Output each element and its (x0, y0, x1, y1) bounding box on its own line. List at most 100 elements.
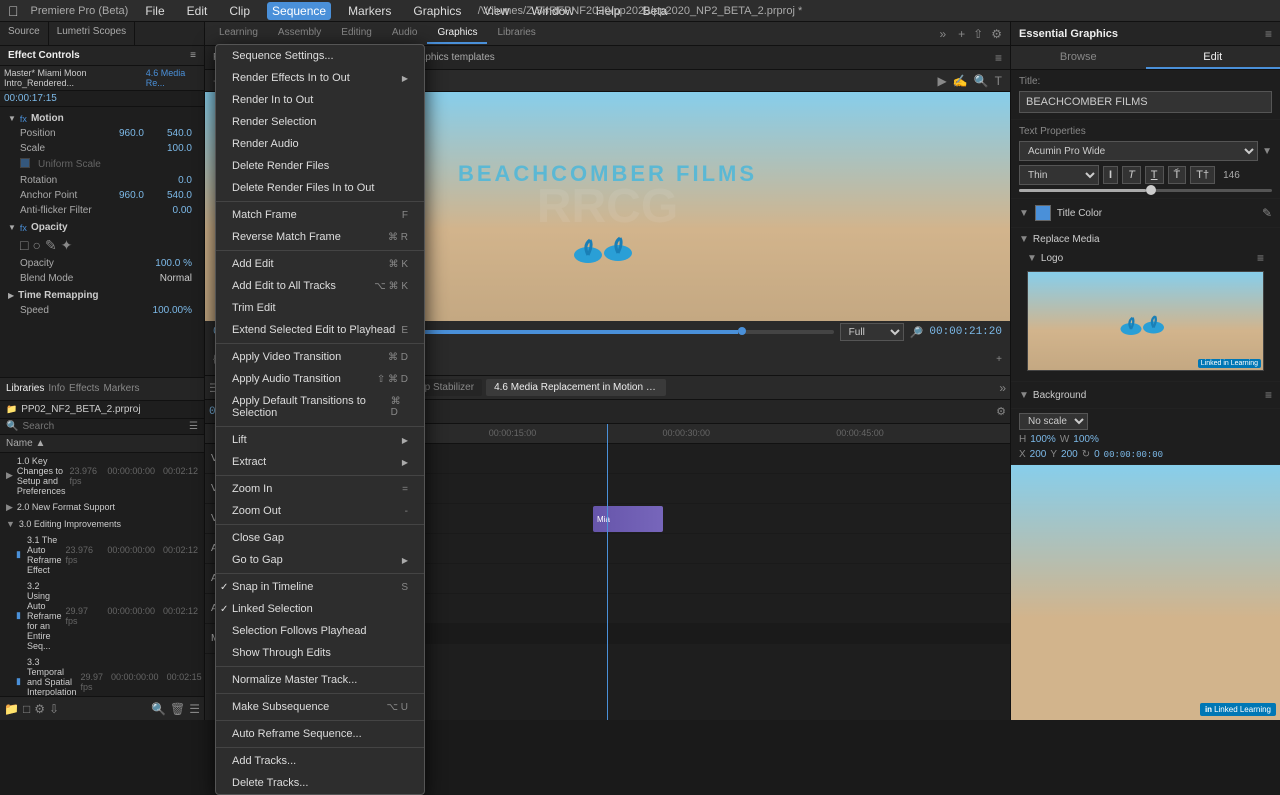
list-item[interactable]: ▮ 3.2 Using Auto Reframe for an Entire S… (0, 578, 204, 654)
lib-tab-libraries[interactable]: Libraries (6, 383, 44, 394)
list-item[interactable]: ▮ 3.3 Temporal and Spatial Interpolation… (0, 654, 204, 697)
eg-menu-icon[interactable]: ≡ (1265, 27, 1272, 41)
menu-trim-edit[interactable]: Trim Edit (216, 297, 424, 319)
blend-pen-icon[interactable]: ✎ (45, 237, 57, 254)
monitor-progress-bar[interactable] (354, 330, 834, 334)
font-size-slider[interactable] (1019, 189, 1272, 192)
zoom-fit-icon[interactable]: 🔎 (910, 326, 924, 339)
lib-import-icon[interactable]: ⇩ (49, 702, 59, 716)
menu-selection-follows[interactable]: Selection Follows Playhead (216, 620, 424, 642)
lib-settings-icon[interactable]: ⚙ (34, 702, 45, 716)
title-color-expand-icon[interactable]: ▼ (1019, 208, 1029, 219)
text-caps-btn[interactable]: T᷄ (1168, 166, 1187, 184)
text-underline-btn[interactable]: T (1145, 166, 1164, 184)
text-super-btn[interactable]: T† (1190, 166, 1215, 184)
monitor-zoom-icon[interactable]: 🔍 (974, 74, 989, 88)
eg-title-input[interactable] (1019, 91, 1272, 113)
menu-apply-video[interactable]: Apply Video Transition ⌘ D (216, 346, 424, 368)
monitor-hand-icon[interactable]: ✍ (953, 74, 968, 88)
replace-media-expand-icon[interactable]: ▼ (1019, 234, 1029, 245)
list-item[interactable]: ▶ 2.0 New Format Support (0, 499, 204, 516)
menu-render-selection[interactable]: Render Selection (216, 111, 424, 133)
tab-source[interactable]: Source (0, 22, 49, 45)
monitor-menu-icon[interactable]: ≡ (995, 51, 1002, 65)
menu-add-edit[interactable]: Add Edit ⌘ K (216, 253, 424, 275)
logo-more-icon[interactable]: ≡ (1257, 251, 1264, 265)
menu-go-to-gap[interactable]: Go to Gap (216, 549, 424, 571)
menu-extend-edit[interactable]: Extend Selected Edit to Playhead E (216, 319, 424, 341)
rotation-value[interactable]: 0 (1094, 449, 1100, 460)
menu-sequence[interactable]: Sequence (267, 2, 331, 20)
blend-rect1-icon[interactable]: □ (20, 237, 28, 254)
lib-list-icon[interactable]: ☰ (189, 421, 198, 432)
x-value[interactable]: 200 (1030, 449, 1047, 460)
background-expand-icon[interactable]: ▼ (1019, 390, 1029, 401)
v1-clip-2[interactable]: Mia (593, 506, 663, 532)
blend-star-icon[interactable]: ✦ (61, 237, 73, 254)
ec-motion-header[interactable]: ▼ fx Motion (4, 111, 200, 126)
menu-close-gap[interactable]: Close Gap (216, 527, 424, 549)
menu-lift[interactable]: Lift (216, 429, 424, 451)
menu-graphics[interactable]: Graphics (408, 2, 466, 20)
eg-tab-browse[interactable]: Browse (1011, 46, 1146, 69)
lib-search2-icon[interactable]: 🔍 (151, 702, 166, 716)
lib-delete-icon[interactable]: 🗑 (170, 702, 185, 716)
sequence-dropdown-menu[interactable]: Sequence Settings... Render Effects In t… (215, 44, 425, 795)
list-item[interactable]: ▮ 3.1 The Auto Reframe Effect 23.976 fps… (0, 532, 204, 578)
menu-snap[interactable]: Snap in Timeline S (216, 576, 424, 598)
tab-learning[interactable]: Learning (209, 23, 268, 44)
menu-auto-reframe[interactable]: Auto Reframe Sequence... (216, 723, 424, 745)
workspace-add-panel-icon[interactable]: + (954, 27, 969, 41)
menu-clip[interactable]: Clip (224, 2, 255, 20)
menu-apply-audio[interactable]: Apply Audio Transition ⇧ ⌘ D (216, 368, 424, 390)
tab-lumetri[interactable]: Lumetri Scopes (49, 22, 135, 45)
h-value[interactable]: 100% (1030, 434, 1056, 445)
font-dropdown-icon[interactable]: ▼ (1262, 146, 1272, 157)
menu-markers[interactable]: Markers (343, 2, 396, 20)
list-item[interactable]: ▼ 3.0 Editing Improvements (0, 516, 204, 532)
menu-normalize[interactable]: Normalize Master Track... (216, 669, 424, 691)
lib-search-input[interactable] (22, 421, 185, 432)
blend-circle-icon[interactable]: ○ (32, 237, 40, 254)
menu-add-edit-all[interactable]: Add Edit to All Tracks ⌥ ⌘ K (216, 275, 424, 297)
menu-zoom-out[interactable]: Zoom Out - (216, 500, 424, 522)
title-color-edit-icon[interactable]: ✎ (1262, 206, 1272, 220)
menu-render-effects[interactable]: Render Effects In to Out (216, 67, 424, 89)
tl-btn-settings[interactable]: ⚙ (996, 405, 1006, 418)
tab-editing[interactable]: Editing (331, 23, 382, 44)
timeline-tab-46[interactable]: 4.6 Media Replacement in Motion Graphics… (486, 379, 666, 396)
tab-libraries[interactable]: Libraries (487, 23, 545, 44)
timecode-value[interactable]: 00:00:00:00 (1104, 450, 1163, 460)
workspace-more-icon[interactable]: » (931, 27, 954, 41)
menu-edit[interactable]: Edit (182, 2, 213, 20)
y-value[interactable]: 200 (1061, 449, 1078, 460)
tab-assembly[interactable]: Assembly (268, 23, 331, 44)
quality-select[interactable]: Full Half Quarter (840, 323, 904, 341)
logo-expand-icon[interactable]: ▼ (1027, 253, 1037, 264)
lib-tab-markers[interactable]: Markers (103, 383, 139, 394)
menu-delete-render-io[interactable]: Delete Render Files In to Out (216, 177, 424, 199)
monitor-text-icon[interactable]: T (995, 74, 1002, 88)
menu-match-frame[interactable]: Match Frame F (216, 204, 424, 226)
monitor-playhead[interactable] (738, 327, 746, 335)
eg-tab-edit[interactable]: Edit (1146, 46, 1280, 69)
lib-view-icon[interactable]: ☰ (189, 702, 200, 716)
workspace-settings-icon[interactable]: ⚙ (987, 27, 1006, 41)
menu-zoom-in[interactable]: Zoom In = (216, 478, 424, 500)
ec-time-remapping-header[interactable]: ▶ Time Remapping (4, 288, 200, 303)
title-color-swatch[interactable] (1035, 205, 1051, 221)
ec-opacity-header[interactable]: ▼ fx Opacity (4, 220, 200, 235)
menu-file[interactable]: File (140, 2, 169, 20)
font-family-select[interactable]: Acumin Pro Wide (1019, 141, 1258, 161)
lib-tab-effects[interactable]: Effects (69, 383, 99, 394)
menu-delete-render[interactable]: Delete Render Files (216, 155, 424, 177)
tab-audio[interactable]: Audio (382, 23, 428, 44)
ec-menu-icon[interactable]: ≡ (190, 50, 196, 61)
lib-new-bin-icon[interactable]: 📁 (4, 702, 19, 716)
timeline-more-icon[interactable]: » (999, 381, 1006, 395)
w-value[interactable]: 100% (1073, 434, 1099, 445)
workspace-export-icon[interactable]: ⇧ (969, 27, 987, 41)
menu-reverse-match[interactable]: Reverse Match Frame ⌘ R (216, 226, 424, 248)
lib-tab-info[interactable]: Info (48, 383, 65, 394)
monitor-add-track-icon[interactable]: + (996, 354, 1002, 365)
